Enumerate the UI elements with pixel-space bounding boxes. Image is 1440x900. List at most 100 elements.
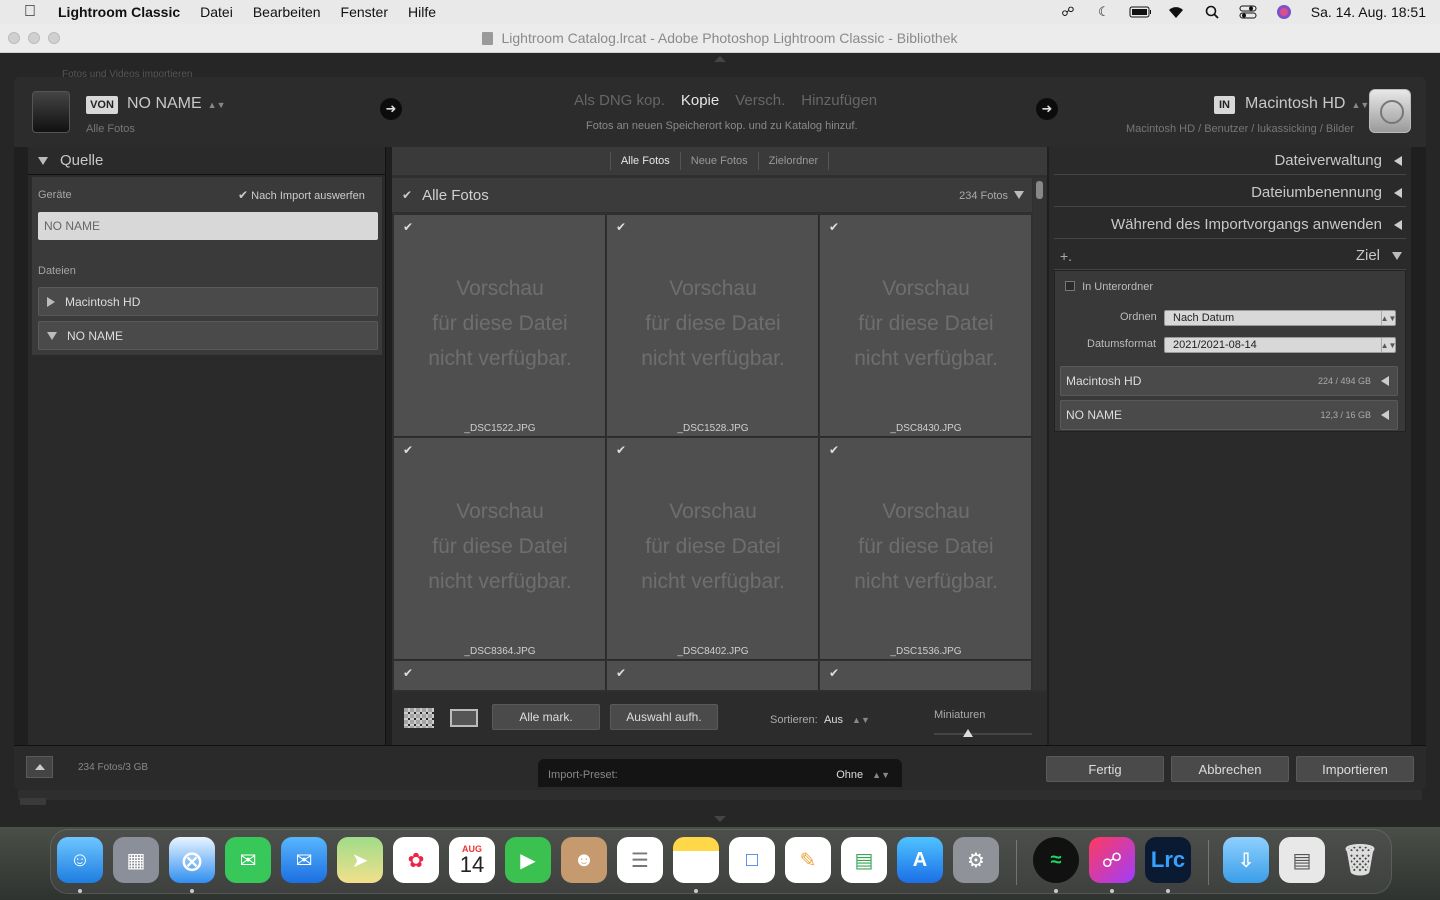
mode-add[interactable]: Hinzufügen xyxy=(801,92,877,109)
device-no-name[interactable]: NO NAME xyxy=(38,212,378,240)
zoom-window-button[interactable] xyxy=(48,32,60,44)
photo-cell[interactable]: ✔ xyxy=(607,661,819,690)
trash-icon[interactable]: 🗑 xyxy=(1337,837,1383,883)
date-format-dropdown[interactable]: 2021/2021-08-14 ▲▼ xyxy=(1164,337,1396,353)
apple-menu-icon[interactable]:  xyxy=(20,3,40,21)
reminders-icon[interactable]: ☰ xyxy=(617,837,663,883)
creative-cloud-icon[interactable]: ☍ xyxy=(1057,4,1079,20)
keynote-icon[interactable]: □ xyxy=(729,837,775,883)
add-folder-button[interactable]: +. xyxy=(1060,248,1072,264)
mode-dng[interactable]: Als DNG kop. xyxy=(574,92,665,109)
scrollbar-thumb[interactable] xyxy=(1036,181,1043,199)
section-file-handling[interactable]: Dateiverwaltung xyxy=(1054,147,1406,175)
photo-checkbox[interactable]: ✔ xyxy=(829,220,839,234)
tab-destination-folders[interactable]: Zielordner xyxy=(757,152,830,170)
collapse-triangle-icon[interactable] xyxy=(1014,191,1024,199)
sort-dropdown[interactable]: Aus ▲▼ xyxy=(824,714,870,726)
menu-datei[interactable]: Datei xyxy=(200,4,233,20)
spotlight-search-icon[interactable] xyxy=(1201,4,1223,20)
menu-hilfe[interactable]: Hilfe xyxy=(408,4,436,20)
destination-selector[interactable]: Macintosh HD ▲▼ xyxy=(1245,95,1369,113)
select-all-button[interactable]: Alle mark. xyxy=(492,704,600,730)
grid-view-icon[interactable] xyxy=(404,708,434,728)
loupe-view-icon[interactable] xyxy=(450,709,478,727)
tab-all-photos[interactable]: Alle Fotos xyxy=(609,152,680,170)
thumbnail-size-slider[interactable] xyxy=(934,729,1032,737)
messages-icon[interactable]: ✉ xyxy=(225,837,271,883)
import-preset-selector[interactable]: Import-Preset: Ohne ▲▼ xyxy=(538,759,902,787)
folder-macintosh-hd[interactable]: Macintosh HD xyxy=(38,287,378,316)
launchpad-icon[interactable]: ▦ xyxy=(113,837,159,883)
lightroom-classic-icon[interactable]: Lrc xyxy=(1145,837,1191,883)
eject-after-import-checkbox[interactable]: ✔ Nach Import auswerfen xyxy=(238,188,365,202)
photo-cell[interactable]: ✔ Vorschau für diese Datei nicht verfügbar.… xyxy=(820,215,1031,437)
pages-icon[interactable]: ✎ xyxy=(785,837,831,883)
photo-cell[interactable]: ✔ Vorschau für diese Datei nicht verfügbar.… xyxy=(394,215,606,437)
downloads-folder-icon[interactable]: ⇩ xyxy=(1223,837,1269,883)
photos-icon[interactable]: ✿ xyxy=(393,837,439,883)
slider-knob[interactable] xyxy=(963,729,974,737)
done-button[interactable]: Fertig xyxy=(1046,756,1164,782)
import-button[interactable]: Importieren xyxy=(1296,756,1414,782)
contacts-icon[interactable]: ☻ xyxy=(561,837,607,883)
tab-new-photos[interactable]: Neue Fotos xyxy=(679,152,758,170)
calendar-icon[interactable]: AUG 14 xyxy=(449,837,495,883)
section-apply-during-import[interactable]: Während des Importvorgangs anwenden xyxy=(1054,211,1406,239)
menu-fenster[interactable]: Fenster xyxy=(341,4,388,20)
cancel-button[interactable]: Abbrechen xyxy=(1171,756,1289,782)
app-store-icon[interactable]: A xyxy=(897,837,943,883)
photo-checkbox[interactable]: ✔ xyxy=(829,666,839,680)
facetime-icon[interactable]: ▶ xyxy=(505,837,551,883)
section-destination[interactable]: +. Ziel xyxy=(1054,242,1406,270)
menu-app-name[interactable]: Lightroom Classic xyxy=(58,4,180,20)
mail-icon[interactable]: ✉ xyxy=(281,837,327,883)
control-center-icon[interactable] xyxy=(1237,4,1259,20)
creative-cloud-app-icon[interactable]: ☍ xyxy=(1089,837,1135,883)
source-selector[interactable]: NO NAME ▲▼ xyxy=(127,95,226,113)
battery-icon[interactable] xyxy=(1129,4,1151,20)
menu-clock[interactable]: Sa. 14. Aug. 18:51 xyxy=(1311,4,1426,20)
photo-cell[interactable]: ✔ Vorschau für diese Datei nicht verfügbar.… xyxy=(607,215,819,437)
deselect-all-button[interactable]: Auswahl aufh. xyxy=(610,704,718,730)
volume-no-name[interactable]: NO NAME 12,3 / 16 GB xyxy=(1060,400,1398,430)
photo-cell[interactable]: ✔ xyxy=(394,661,606,690)
photo-checkbox[interactable]: ✔ xyxy=(403,220,413,234)
numbers-icon[interactable]: ▤ xyxy=(841,837,887,883)
bottom-panel-toggle-icon[interactable] xyxy=(714,816,726,822)
document-stack-icon[interactable]: ▤ xyxy=(1279,837,1325,883)
menu-bearbeiten[interactable]: Bearbeiten xyxy=(253,4,321,20)
compact-mode-button[interactable] xyxy=(26,756,53,778)
wifi-icon[interactable] xyxy=(1165,4,1187,20)
maps-icon[interactable]: ➤ xyxy=(337,837,383,883)
photo-checkbox[interactable]: ✔ xyxy=(829,443,839,457)
photo-checkbox[interactable]: ✔ xyxy=(616,666,626,680)
source-panel-header[interactable]: Quelle xyxy=(28,147,385,175)
top-panel-toggle-icon[interactable] xyxy=(714,56,726,62)
mode-move[interactable]: Versch. xyxy=(735,92,785,109)
close-window-button[interactable] xyxy=(8,32,20,44)
volume-macintosh-hd[interactable]: Macintosh HD 224 / 494 GB xyxy=(1060,366,1398,396)
finder-icon[interactable]: ☺ xyxy=(57,837,103,883)
photo-checkbox[interactable]: ✔ xyxy=(403,443,413,457)
folder-no-name[interactable]: NO NAME xyxy=(38,321,378,350)
moon-icon[interactable]: ☾ xyxy=(1093,4,1115,20)
grid-scrollbar[interactable] xyxy=(1033,178,1046,690)
siri-icon[interactable] xyxy=(1273,4,1295,20)
spotify-icon[interactable]: ≈ xyxy=(1033,837,1079,883)
photo-checkbox[interactable]: ✔ xyxy=(403,666,413,680)
photo-cell[interactable]: ✔ Vorschau für diese Datei nicht verfügbar.… xyxy=(820,438,1031,660)
select-all-checkbox[interactable]: ✔ xyxy=(402,188,412,202)
notes-icon[interactable] xyxy=(673,837,719,883)
subfolder-checkbox[interactable]: In Unterordner xyxy=(1065,281,1153,293)
safari-icon[interactable]: ⨂ xyxy=(169,837,215,883)
mode-copy[interactable]: Kopie xyxy=(681,92,719,109)
photo-checkbox[interactable]: ✔ xyxy=(616,443,626,457)
system-preferences-icon[interactable]: ⚙ xyxy=(953,837,999,883)
photo-checkbox[interactable]: ✔ xyxy=(616,220,626,234)
photo-cell[interactable]: ✔ Vorschau für diese Datei nicht verfügbar.… xyxy=(607,438,819,660)
minimize-window-button[interactable] xyxy=(28,32,40,44)
photo-cell[interactable]: ✔ xyxy=(820,661,1031,690)
photo-cell[interactable]: ✔ Vorschau für diese Datei nicht verfügbar.… xyxy=(394,438,606,660)
section-file-renaming[interactable]: Dateiumbenennung xyxy=(1054,179,1406,207)
order-dropdown[interactable]: Nach Datum ▲▼ xyxy=(1164,310,1396,326)
